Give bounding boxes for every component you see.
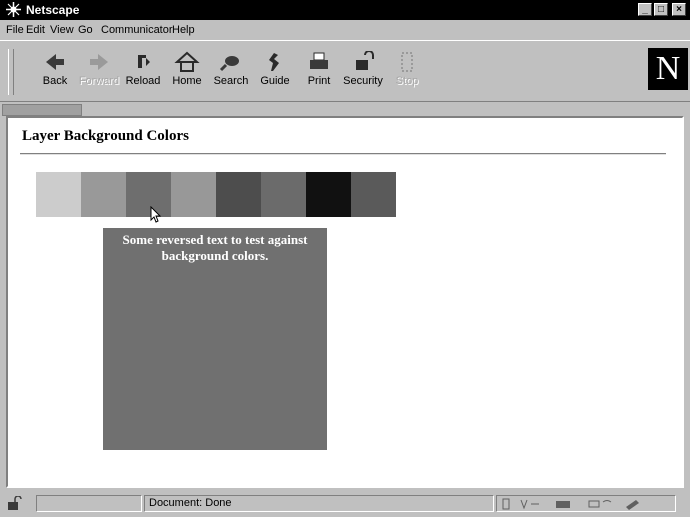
color-swatch [261,172,306,217]
back-arrow-icon [46,54,64,70]
menu-file[interactable]: File [6,24,24,36]
color-swatch [126,172,171,217]
menu-view[interactable]: View [50,24,74,36]
navigation-toolbar: Back Forward Reload Home Search Guide Pr… [0,40,690,102]
title-bar: Netscape _ □ × [0,0,690,20]
netscape-logo[interactable]: N [648,48,688,90]
reload-button[interactable]: Reload [120,47,166,97]
menu-communicator[interactable]: Communicator [101,24,173,36]
layer-box: Some reversed text to test against backg… [103,228,327,450]
progress-box [36,495,142,512]
toolbar-grip[interactable] [8,49,14,95]
color-swatch [171,172,216,217]
guide-button[interactable]: Guide [252,47,298,97]
stop-icon [401,52,413,72]
guide-icon [269,53,279,71]
collapsed-toolbar-tab[interactable] [2,104,82,116]
status-bar: Document: Done [0,490,690,517]
padlock-icon [356,51,374,70]
window-title: Netscape [26,3,80,17]
search-button[interactable]: Search [208,47,254,97]
component-icons[interactable] [501,498,671,510]
print-button[interactable]: Print [296,47,342,97]
back-button[interactable]: Back [32,47,78,97]
forward-button[interactable]: Forward [76,47,122,97]
toolbar-tab-strip [0,102,690,116]
color-swatch [216,172,261,217]
stop-button[interactable]: Stop [384,47,430,97]
close-button[interactable]: × [672,3,686,16]
printer-icon [310,52,328,69]
menu-go[interactable]: Go [78,24,93,36]
color-swatch [36,172,81,217]
menu-edit[interactable]: Edit [26,24,45,36]
page-title: Layer Background Colors [22,128,189,144]
reversed-text: Some reversed text to test against backg… [122,232,308,263]
component-bar [496,495,676,512]
color-swatch [81,172,126,217]
security-button[interactable]: Security [340,47,386,97]
horizontal-rule [20,153,666,155]
menu-bar: File Edit View Go Communicator Help [0,20,690,40]
minimize-button[interactable]: _ [638,3,652,16]
mouse-cursor-icon [150,206,162,223]
home-button[interactable]: Home [164,47,210,97]
forward-arrow-icon [90,54,108,70]
status-text-box: Document: Done [144,495,494,512]
color-swatch [306,172,351,217]
security-lock-icon[interactable] [6,496,22,511]
home-icon [174,51,200,72]
menu-help[interactable]: Help [172,24,195,36]
reload-icon [138,55,150,68]
search-icon [219,56,239,72]
status-text: Document: Done [149,497,232,509]
color-swatch [351,172,396,217]
page-content: Layer Background Colors Some reversed te… [6,116,684,488]
netscape-icon [6,2,21,17]
maximize-button[interactable]: □ [654,3,668,16]
